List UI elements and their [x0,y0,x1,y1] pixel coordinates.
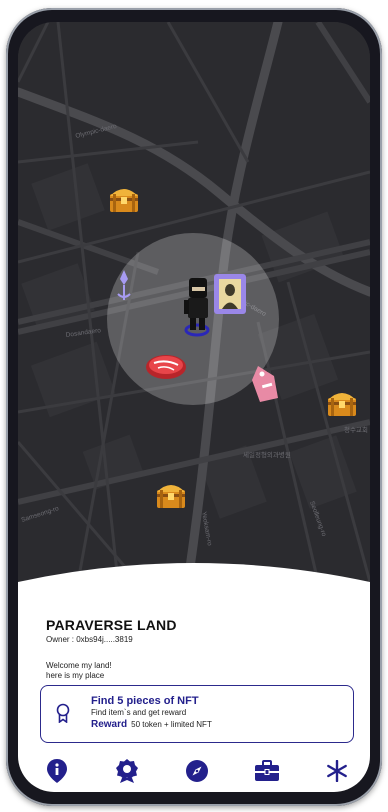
quest-card[interactable]: Find 5 pieces of NFT Find item`s and get… [40,685,354,743]
street-label: 세일정형외과병원 [243,450,291,459]
treasure-chest-icon[interactable] [110,189,138,212]
treasure-chest-icon[interactable] [328,393,356,416]
land-title: PARAVERSE LAND [46,617,177,633]
quest-reward: Reward 50 token + limited NFT [91,719,212,730]
bottom-navigation [18,757,370,787]
nav-compass-button[interactable] [182,757,212,785]
steak-item-icon[interactable] [146,355,186,379]
quest-title: Find 5 pieces of NFT [91,695,199,707]
nav-badge-button[interactable] [112,757,142,785]
land-info-sheet: PARAVERSE LAND Owner : 0xbs94j.....3819 … [18,552,370,792]
asterisk-icon [327,760,347,782]
reward-label: Reward [91,719,128,730]
nav-map-button[interactable] [42,757,72,785]
street-label: 청수교회 [344,426,368,434]
owner-address: Owner : 0xbs94j.....3819 [46,635,133,644]
phone-frame: Olympic-daero Dosandaero Olympic-daero Y… [6,8,382,806]
nav-inventory-button[interactable] [252,757,282,785]
briefcase-icon [255,760,279,781]
screen: Olympic-daero Dosandaero Olympic-daero Y… [18,22,370,792]
ribbon-badge-icon [56,703,70,723]
map-view[interactable]: Olympic-daero Dosandaero Olympic-daero Y… [18,22,370,582]
badge-icon [116,759,138,783]
nav-more-button[interactable] [322,757,352,785]
reward-text: 50 token + limited NFT [131,720,212,729]
treasure-chest-icon[interactable] [157,485,185,508]
welcome-message: Welcome my land! here is my place [46,661,112,680]
map-pin-icon [47,759,67,783]
painting-nft-icon[interactable] [214,274,246,314]
compass-icon [186,760,208,782]
quest-description: Find item`s and get reward [91,708,187,717]
